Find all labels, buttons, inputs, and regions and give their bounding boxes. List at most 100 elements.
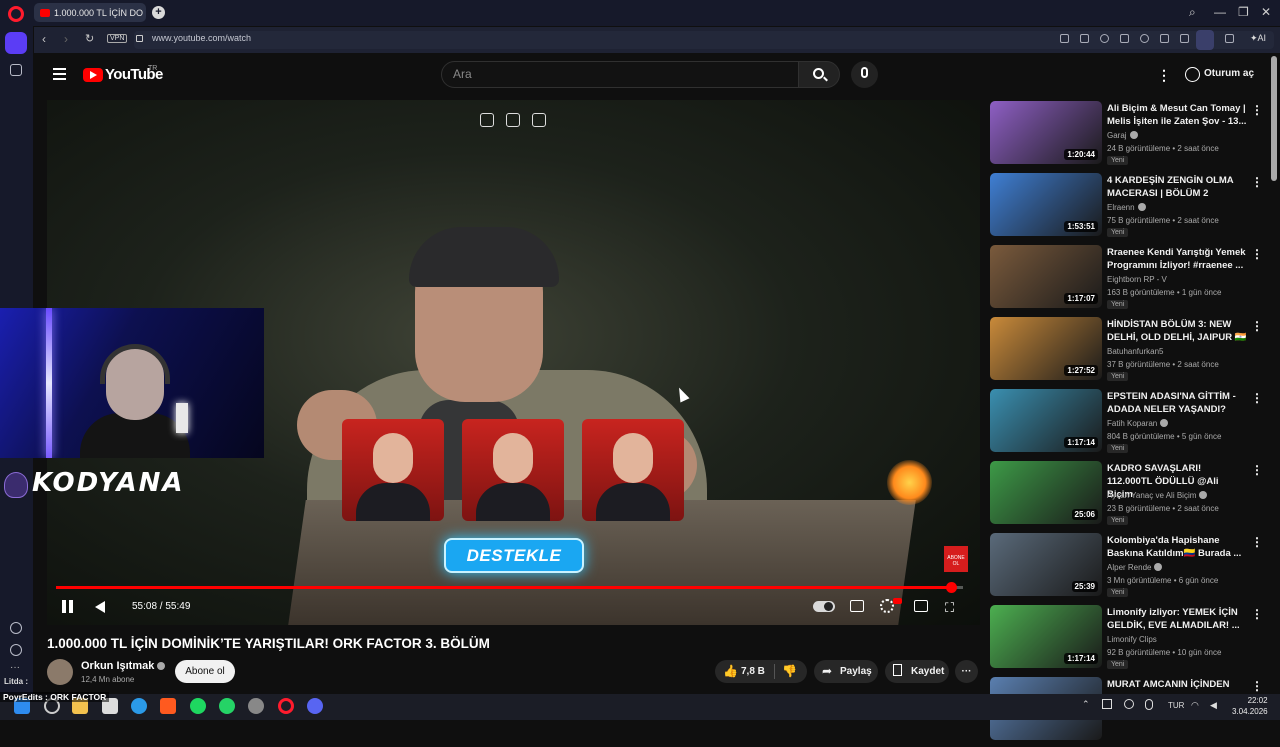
recommendation-title[interactable]: Rraenee Kendi Yarıştığı Yemek Programını… bbox=[1107, 246, 1247, 272]
history-icon[interactable] bbox=[10, 644, 22, 656]
recommendation-menu-icon[interactable]: ⋮ bbox=[1251, 463, 1263, 477]
recommendation-item[interactable]: 1:17:14 EPSTEIN ADASI'NA GİTTİM - ADADA N… bbox=[990, 389, 1270, 459]
recommendation-thumbnail[interactable]: 1:27:52 bbox=[990, 317, 1102, 380]
volume-icon[interactable] bbox=[95, 601, 105, 613]
recommendation-item[interactable]: 25:06 KADRO SAVAŞLARI! 112.000TL ÖDÜLLÜ @… bbox=[990, 461, 1270, 531]
settings-menu-icon[interactable]: ⋮ bbox=[1157, 67, 1171, 84]
tray-cloud-icon[interactable] bbox=[1124, 699, 1134, 709]
recommendation-menu-icon[interactable]: ⋮ bbox=[1251, 535, 1263, 549]
close-window-button[interactable]: ✕ bbox=[1261, 5, 1271, 19]
favorites-icon[interactable] bbox=[10, 622, 22, 634]
whatsapp-icon[interactable] bbox=[219, 698, 235, 714]
spotify-icon[interactable] bbox=[190, 698, 206, 714]
recommendation-channel[interactable]: Fatih Koparan bbox=[1107, 419, 1169, 428]
recommendation-menu-icon[interactable]: ⋮ bbox=[1251, 103, 1263, 117]
new-tab-button[interactable]: + bbox=[152, 6, 165, 19]
bookmarks-icon[interactable] bbox=[10, 64, 22, 76]
recommendation-title[interactable]: Limonify izliyor: YEMEK İÇİN GELDİK, EVE… bbox=[1107, 606, 1247, 632]
shield-icon[interactable] bbox=[1100, 34, 1109, 43]
more-actions-button[interactable]: ··· bbox=[955, 660, 978, 683]
recommendation-thumbnail[interactable]: 1:53:51 bbox=[990, 173, 1102, 236]
recommendation-thumbnail[interactable]: 1:17:14 bbox=[990, 389, 1102, 452]
recommendation-thumbnail[interactable]: 1:17:07 bbox=[990, 245, 1102, 308]
clock[interactable]: 22:02 3.04.2026 bbox=[1232, 695, 1268, 717]
recommendation-item[interactable]: 1:17:14 Limonify izliyor: YEMEK İÇİN GELD… bbox=[990, 605, 1270, 675]
subscribe-button[interactable]: Abone ol bbox=[175, 660, 235, 683]
recommendation-channel[interactable]: Batuhanfurkan5 bbox=[1107, 347, 1164, 356]
tray-expand-icon[interactable]: ⌃ bbox=[1082, 699, 1090, 710]
recommendation-title[interactable]: EPSTEIN ADASI'NA GİTTİM - ADADA NELER YA… bbox=[1107, 390, 1247, 416]
dislike-icon[interactable]: 👎 bbox=[782, 664, 797, 678]
brave-icon[interactable] bbox=[160, 698, 176, 714]
recommendation-menu-icon[interactable]: ⋮ bbox=[1251, 679, 1263, 693]
recommendation-thumbnail[interactable]: 1:17:14 bbox=[990, 605, 1102, 668]
search-button[interactable] bbox=[798, 61, 840, 88]
download-icon[interactable] bbox=[1160, 34, 1169, 43]
channel-name[interactable]: Orkun Işıtmak bbox=[81, 660, 166, 672]
search-tabs-icon[interactable]: ⌕ bbox=[1189, 5, 1196, 20]
scrollbar[interactable] bbox=[1271, 56, 1277, 181]
voice-search-button[interactable] bbox=[851, 61, 878, 88]
recommendation-title[interactable]: Ali Biçim & Mesut Can Tomay | Melis İşit… bbox=[1107, 102, 1247, 128]
recommendation-thumbnail[interactable]: 1:20:44 bbox=[990, 101, 1102, 164]
url-text[interactable]: www.youtube.com/watch bbox=[152, 33, 251, 43]
recommendation-channel[interactable]: Alper Rende bbox=[1107, 563, 1163, 572]
save-label[interactable]: Kaydet bbox=[911, 666, 944, 677]
signin-button[interactable]: Oturum aç bbox=[1204, 68, 1254, 79]
like-count[interactable]: 7,8 B bbox=[741, 666, 765, 677]
fullscreen-icon[interactable]: ⛶ bbox=[945, 600, 954, 616]
recommendation-title[interactable]: Kolombiya'da Hapishane Baskına Katıldım🇨… bbox=[1107, 534, 1247, 560]
ai-button[interactable]: ✦AI bbox=[1250, 33, 1266, 44]
recommendation-title[interactable]: 4 KARDEŞİN ZENGİN OLMA MACERASI | BÖLÜM … bbox=[1107, 174, 1247, 200]
ai-effects-icon[interactable] bbox=[506, 113, 520, 127]
share-label[interactable]: Paylaş bbox=[840, 666, 872, 677]
recommendation-menu-icon[interactable]: ⋮ bbox=[1251, 247, 1263, 261]
opera-taskbar-icon[interactable] bbox=[278, 698, 294, 714]
browser-tab[interactable]: 1.000.000 TL İÇİN DO ✕ bbox=[34, 3, 146, 22]
hamburger-menu-icon[interactable] bbox=[53, 68, 66, 83]
obs-icon[interactable] bbox=[248, 698, 264, 714]
minimize-button[interactable]: — bbox=[1214, 5, 1226, 19]
account-icon[interactable] bbox=[1185, 67, 1200, 82]
recommendation-channel[interactable]: Garaj bbox=[1107, 131, 1138, 140]
recommendation-menu-icon[interactable]: ⋮ bbox=[1251, 175, 1263, 189]
recommendation-channel[interactable]: Aycan Yanaç ve Ali Biçim bbox=[1107, 491, 1208, 500]
channel-avatar[interactable] bbox=[47, 659, 73, 685]
skip-icon[interactable] bbox=[532, 113, 546, 127]
recommendation-item[interactable]: 1:53:51 4 KARDEŞİN ZENGİN OLMA MACERASI |… bbox=[990, 173, 1270, 243]
snapshot-icon[interactable] bbox=[1060, 34, 1069, 43]
maximize-button[interactable]: ❐ bbox=[1238, 5, 1249, 19]
recommendation-item[interactable]: 25:39 Kolombiya'da Hapishane Baskına Katı… bbox=[990, 533, 1270, 603]
heart-icon[interactable] bbox=[1140, 34, 1149, 43]
pause-button[interactable] bbox=[62, 600, 74, 613]
recommendation-channel[interactable]: Eightborn RP - V bbox=[1107, 275, 1167, 284]
recommendation-channel[interactable]: Limonify Clips bbox=[1107, 635, 1157, 644]
wifi-icon[interactable]: ◠ bbox=[1191, 700, 1199, 711]
like-icon[interactable]: 👍 bbox=[723, 664, 738, 678]
reload-button[interactable]: ↻ bbox=[85, 32, 94, 45]
settings-gear-icon[interactable] bbox=[880, 599, 894, 613]
subtitles-icon[interactable] bbox=[850, 600, 864, 612]
recommendation-item[interactable]: 1:20:44 Ali Biçim & Mesut Can Tomay | Mel… bbox=[990, 101, 1270, 171]
language-indicator[interactable]: TUR bbox=[1168, 701, 1184, 710]
vpn-badge[interactable]: VPN bbox=[107, 34, 128, 43]
recommendation-title[interactable]: MURAT AMCANIN İÇİNDEN bbox=[1107, 678, 1247, 691]
recommendation-title[interactable]: HİNDİSTAN BÖLÜM 3: NEW DELHİ, OLD DELHİ,… bbox=[1107, 318, 1247, 344]
extensions-icon[interactable] bbox=[1225, 34, 1234, 43]
speaker-icon[interactable]: ◀ bbox=[1210, 700, 1217, 711]
recommendation-channel[interactable]: Elraenn bbox=[1107, 203, 1146, 212]
recommendation-menu-icon[interactable]: ⋮ bbox=[1251, 319, 1263, 333]
home-icon[interactable] bbox=[5, 32, 27, 54]
tray-app-icon[interactable] bbox=[1102, 699, 1112, 709]
miniplayer-icon[interactable] bbox=[480, 113, 494, 127]
forward-button[interactable]: › bbox=[64, 32, 68, 46]
opera-logo-icon[interactable] bbox=[8, 6, 24, 22]
search-input[interactable]: Ara bbox=[441, 61, 799, 88]
recommendation-item[interactable]: 1:17:07 Rraenee Kendi Yarıştığı Yemek Pro… bbox=[990, 245, 1270, 315]
more-sidebar-icon[interactable]: ··· bbox=[10, 662, 20, 673]
edge-icon[interactable] bbox=[131, 698, 147, 714]
microphone-tray-icon[interactable] bbox=[1145, 699, 1153, 710]
theater-mode-icon[interactable] bbox=[914, 600, 928, 612]
back-button[interactable]: ‹ bbox=[42, 32, 46, 46]
menu-icon[interactable] bbox=[1180, 34, 1189, 43]
